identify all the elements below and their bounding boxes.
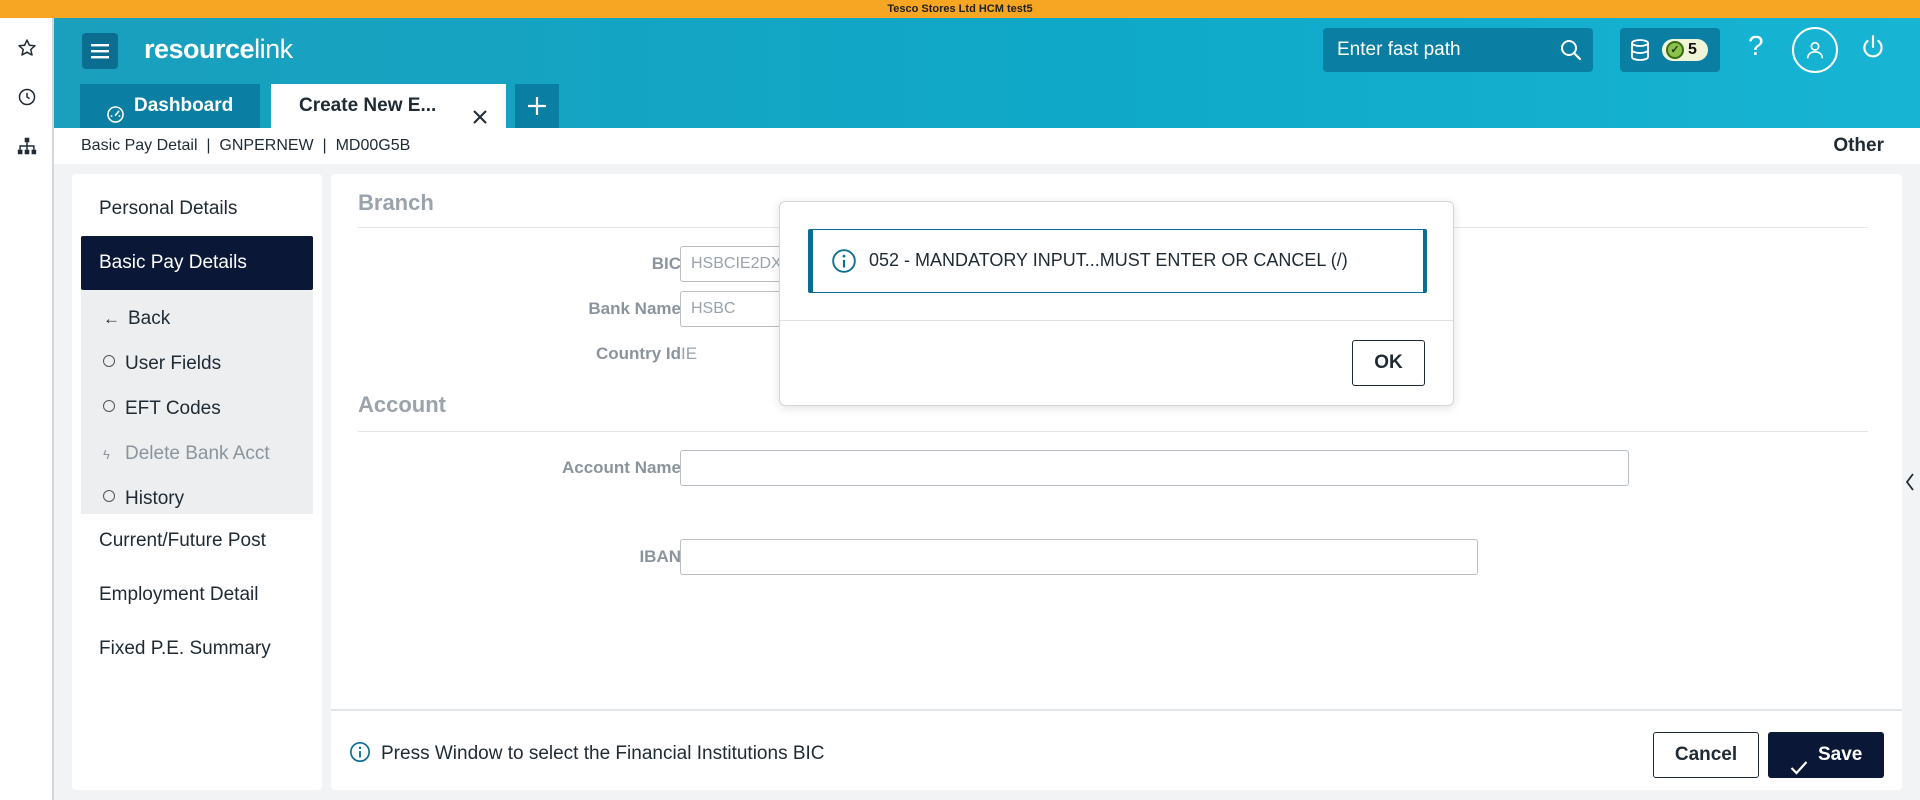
cancel-button[interactable]: Cancel: [1653, 732, 1759, 778]
bic-field[interactable]: HSBCIE2DXX: [680, 246, 792, 282]
database-status-button[interactable]: ✓ 5: [1620, 28, 1720, 72]
other-menu-label[interactable]: Other: [1833, 128, 1884, 164]
sub-item-user-fields[interactable]: User Fields: [103, 353, 221, 375]
power-icon[interactable]: [1860, 34, 1886, 67]
user-icon: [1806, 41, 1824, 59]
star-icon[interactable]: [15, 36, 39, 60]
plus-icon: [528, 97, 546, 115]
chevron-left-icon[interactable]: [1905, 472, 1915, 497]
side-navigation: Personal Details Basic Pay Details ← Back…: [72, 174, 322, 790]
user-profile-button[interactable]: [1792, 27, 1838, 73]
bic-label: BIC: [651, 254, 681, 273]
org-chart-icon[interactable]: [15, 134, 39, 158]
nav-item-basic-pay-details[interactable]: Basic Pay Details: [81, 236, 313, 290]
search-icon[interactable]: [1559, 38, 1583, 67]
sub-item-back[interactable]: ← Back: [103, 308, 170, 330]
country-id-label: Country Id: [596, 344, 681, 363]
lightning-icon: ϟ: [103, 447, 110, 462]
circle-bullet-icon: [103, 400, 115, 412]
account-name-input[interactable]: [680, 450, 1629, 486]
breadcrumb-bar: Basic Pay Detail | GNPERNEW | MD00G5B Ot…: [54, 128, 1920, 164]
info-icon: [349, 741, 371, 769]
nav-item-employment-detail[interactable]: Employment Detail: [99, 584, 258, 606]
form-footer: Press Window to select the Financial Ins…: [331, 709, 1902, 790]
sub-item-delete-bank-acct[interactable]: ϟ Delete Bank Acct: [103, 443, 270, 465]
hamburger-menu-button[interactable]: [82, 33, 118, 69]
info-icon: [831, 248, 857, 279]
message-dialog: 052 - MANDATORY INPUT...MUST ENTER OR CA…: [779, 201, 1454, 406]
nav-item-current-future-post[interactable]: Current/Future Post: [99, 530, 266, 552]
add-tab-button[interactable]: [515, 84, 559, 128]
account-name-label: Account Name: [561, 458, 681, 477]
check-icon: [1790, 747, 1808, 793]
nav-item-fixed-pe-summary[interactable]: Fixed P.E. Summary: [99, 638, 271, 660]
tab-dashboard[interactable]: Dashboard: [80, 84, 260, 128]
database-icon: [1630, 38, 1650, 67]
iban-label: IBAN: [639, 547, 681, 566]
tab-create-label: Create New E...: [299, 95, 437, 116]
country-id-value: IE: [681, 344, 698, 363]
check-circle-icon: ✓: [1666, 41, 1684, 59]
help-button[interactable]: ?: [1748, 30, 1764, 62]
hamburger-icon: [91, 44, 109, 59]
clock-icon[interactable]: [15, 85, 39, 109]
tab-dashboard-label: Dashboard: [134, 95, 234, 116]
sub-item-eft-codes[interactable]: EFT Codes: [103, 398, 221, 420]
ok-button[interactable]: OK: [1352, 340, 1425, 386]
sub-navigation: ← Back User Fields EFT Codes ϟ Delete Bank…: [81, 290, 313, 514]
breadcrumb: Basic Pay Detail | GNPERNEW | MD00G5B: [81, 137, 411, 154]
message-box: 052 - MANDATORY INPUT...MUST ENTER OR CA…: [808, 229, 1427, 293]
arrow-left-icon: ←: [103, 309, 120, 328]
nav-item-personal-details[interactable]: Personal Details: [99, 198, 237, 220]
section-title-account: Account: [358, 392, 446, 417]
circle-bullet-icon: [103, 490, 115, 502]
environment-banner: Tesco Stores Ltd HCM test5: [0, 0, 1920, 18]
dialog-divider: [780, 320, 1453, 321]
bank-name-field[interactable]: HSBC: [680, 291, 790, 327]
bank-name-label: Bank Name: [588, 299, 681, 318]
left-rail: [0, 18, 54, 800]
footer-hint: Press Window to select the Financial Ins…: [349, 741, 825, 769]
sub-item-history[interactable]: History: [103, 488, 184, 510]
tab-create-new-employee[interactable]: Create New E...: [271, 84, 506, 128]
iban-input[interactable]: [680, 539, 1478, 575]
resourcelink-logo: resourcelink: [144, 34, 293, 64]
app-header: resourcelink Enter fast path ✓ 5 ? Dashb…: [54, 18, 1920, 128]
section-divider: [358, 431, 1868, 432]
section-title-branch: Branch: [358, 190, 434, 215]
fast-path-input[interactable]: Enter fast path: [1323, 28, 1593, 72]
save-button[interactable]: Save: [1768, 732, 1884, 778]
circle-bullet-icon: [103, 355, 115, 367]
dialog-message: 052 - MANDATORY INPUT...MUST ENTER OR CA…: [869, 250, 1348, 270]
notification-badge: ✓ 5: [1662, 39, 1708, 61]
